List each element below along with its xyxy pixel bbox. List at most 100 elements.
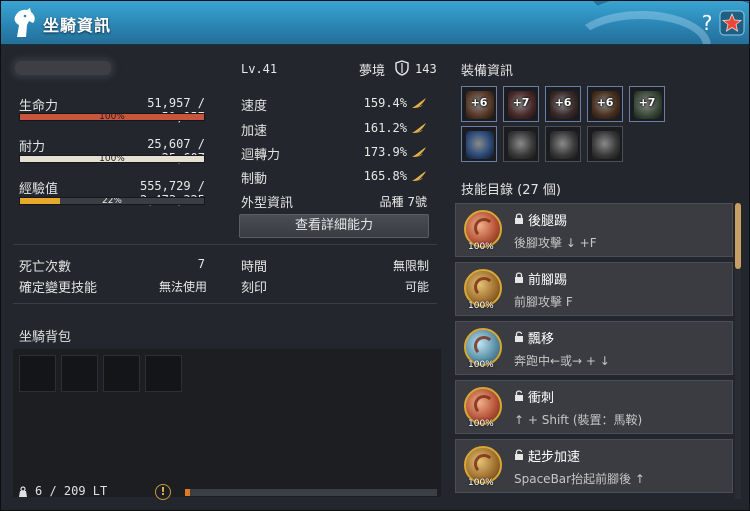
weight-bar [185,489,437,496]
skill-name: 飄移 [528,332,555,347]
left-panel: 生命力 51,957 / 51,957 100% 耐力 25,607 / 25,… [7,49,443,509]
mount-info-window: 坐騎資訊 ? 生命力 51,957 / 51,957 100% 耐力 25,60… [0,0,750,511]
unlock-icon [515,390,523,401]
appearance-label: 外型資訊 [241,196,294,211]
mount-name-redacted [15,61,111,75]
turn-value: 173.9% [363,145,407,159]
equipment-slot[interactable]: +6 [545,86,581,122]
right-panel: 裝備資訊 技能目錄 (27 個) 100% 後腿踢後腳攻擊 ↓ +F 100% 前腳踢… [453,49,747,509]
warning-icon[interactable]: ! [155,484,171,500]
skill-mastery-percent: 100% [468,478,494,488]
equipment-slot[interactable]: +7 [503,86,539,122]
equipment-slot[interactable] [461,126,497,162]
skill-command: 奔跑中←或→ + ↓ [514,354,610,368]
unlock-icon [515,331,523,342]
scrollbar-thumb[interactable] [735,203,741,269]
equipment-slot[interactable] [545,126,581,162]
skill-command: 後腳攻擊 ↓ +F [514,236,597,250]
brake-label: 制動 [241,172,268,187]
hp-label: 生命力 [19,99,59,114]
mount-bag-area [13,349,441,497]
equipment-slot[interactable]: +6 [461,86,497,122]
equipment-slot[interactable] [587,126,623,162]
skill-item[interactable]: 100% 衝刺 ↑ + Shift (裝置：馬鞍) [455,380,733,434]
equipment-slot[interactable]: +6 [587,86,623,122]
skill-icon-swirl [474,454,494,474]
enhancement-level: +6 [470,96,488,109]
mount-bag-label: 坐騎背包 [19,330,72,345]
bag-slot[interactable] [19,355,56,392]
lock-icon [515,272,523,283]
rank-label: 夢境 [359,64,386,79]
skill-change-label: 確定變更技能 [19,281,98,296]
skill-command: 前腳攻擊 F [514,295,573,309]
equipment-slot[interactable]: +7 [629,86,665,122]
stamina-label: 耐力 [19,140,46,155]
equipment-label: 裝備資訊 [461,64,514,79]
view-details-button[interactable]: 查看詳細能力 [239,214,429,238]
equipment-item-icon [466,131,494,159]
equipment-item-icon [592,131,620,159]
skill-mastery-percent: 100% [468,360,494,370]
enhancement-level: +6 [596,96,614,109]
speed-value: 159.4% [363,96,407,110]
close-star-icon[interactable] [719,9,745,37]
hp-bar-percent: 100% [99,113,125,121]
skill-list-label: 技能目錄 (27 個) [461,183,561,198]
turn-label: 迴轉力 [241,148,281,163]
horse-head-icon [14,8,35,37]
exp-bar: 22% [19,197,205,205]
skill-list: 100% 後腿踢 後腳攻擊 ↓ +F 100% 前腳踢 前腳攻擊 F 100% 飄移 奔跑中←或… [455,203,739,499]
skill-mastery-percent: 100% [468,301,494,311]
skill-icon-swirl [474,395,494,415]
bag-slot[interactable] [61,355,98,392]
wing-icon [412,171,426,181]
wing-icon [412,98,426,108]
skill-mastery-percent: 100% [468,242,494,252]
accel-value: 161.2% [363,121,407,135]
skill-item[interactable]: 100% 起步加速 SpaceBar抬起前腳後 ↑ [455,439,733,493]
weight-icon [19,486,27,497]
skill-name: 衝刺 [528,391,555,406]
title-bar[interactable]: 坐騎資訊 ? [1,1,749,45]
bag-slot[interactable] [103,355,140,392]
weight-bar-fill [185,489,191,496]
accel-label: 加速 [241,124,268,139]
skill-command: SpaceBar抬起前腳後 ↑ [514,472,645,486]
mount-level: Lv.41 [241,62,278,76]
skill-icon-swirl [474,336,494,356]
death-count-value: 7 [197,257,205,271]
imprint-label: 刻印 [241,281,268,296]
wing-icon [412,123,426,133]
skill-item[interactable]: 100% 前腳踢 前腳攻擊 F [455,262,733,316]
death-count-label: 死亡次數 [19,260,72,275]
shield-icon [395,60,409,76]
brake-value: 165.8% [363,169,407,183]
rank-value: 143 [415,62,437,76]
divider [13,244,437,245]
skill-icon-swirl [474,218,494,238]
window-title: 坐騎資訊 [43,16,112,35]
skill-name: 後腿踢 [528,214,568,229]
time-label: 時間 [241,260,268,275]
speed-label: 速度 [241,99,268,114]
bag-slot[interactable] [145,355,182,392]
skill-icon-swirl [474,277,494,297]
skill-item[interactable]: 100% 後腿踢後腳攻擊 ↓ +F [455,203,733,257]
enhancement-level: +6 [554,96,572,109]
help-button[interactable]: ? [697,11,717,35]
divider [13,303,437,304]
skill-command: ↑ + Shift (裝置：馬鞍) [514,413,643,427]
wing-icon [412,147,426,157]
exp-label: 經驗值 [19,182,59,197]
time-value: 無限制 [392,259,429,273]
imprint-value: 可能 [404,280,429,294]
skill-item[interactable]: 100% 飄移奔跑中←或→ + ↓ [455,321,733,375]
unlock-icon [515,449,523,460]
appearance-value: 品種 7號 [379,195,427,209]
stamina-bar-percent: 100% [99,155,125,163]
equipment-slot[interactable] [503,126,539,162]
exp-bar-percent: 22% [101,197,122,205]
skill-list-scrollbar[interactable] [735,203,741,499]
skill-mastery-percent: 100% [468,419,494,429]
